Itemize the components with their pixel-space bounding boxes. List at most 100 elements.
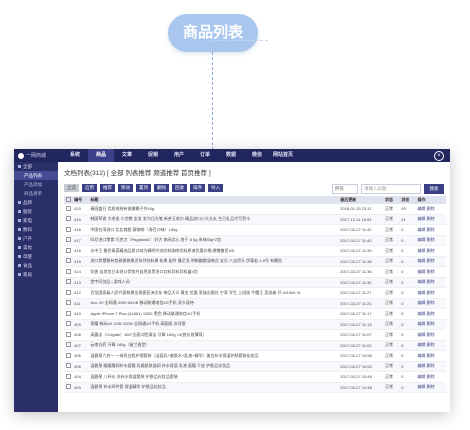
toolbar-button[interactable]: 启用 bbox=[82, 184, 97, 192]
table-cell[interactable]: 编辑 删除 bbox=[415, 319, 446, 330]
table-row[interactable]: 411 vivo X9 全网通 4GB+64GB 移动联通电信4G手机 双卡双待 2… bbox=[64, 298, 446, 309]
cell-select[interactable] bbox=[64, 224, 73, 236]
nav-item[interactable]: 促销 bbox=[140, 149, 166, 162]
table-row[interactable]: 413 赏宇问剑品 | 游戏人间 2017-02-27 11:30 正常 0 编辑 删除 bbox=[64, 277, 446, 288]
table-row[interactable]: 410 Apple iPhone 7 Plus (A1661) 128G 黑色 移… bbox=[64, 308, 446, 320]
cell-select[interactable] bbox=[64, 340, 73, 351]
nav-item[interactable]: 网站首页 bbox=[270, 149, 296, 162]
table-row[interactable]: 419 韩国草香 大毛毛 小浣熊 金发 发为日光笔 新茶玉毛巾 精品进口小大头丸 … bbox=[64, 214, 446, 225]
row-checkbox[interactable] bbox=[66, 279, 71, 285]
nav-item[interactable]: 系统 bbox=[62, 149, 88, 162]
sidebar-item[interactable]: 母婴 bbox=[14, 252, 58, 261]
app-logo[interactable]: 一网商城 bbox=[18, 152, 46, 159]
row-checkbox[interactable] bbox=[66, 384, 71, 390]
cell-select[interactable] bbox=[64, 361, 73, 372]
table-cell[interactable]: 编辑 删除 bbox=[415, 214, 446, 225]
table-row[interactable]: 416 水中王 鲁民青菜精选品质口味为精明守选饮料咖啡饮料原液优惠价格/便携鲁民3… bbox=[64, 245, 446, 257]
row-checkbox[interactable] bbox=[66, 321, 71, 327]
cell-select[interactable] bbox=[64, 382, 73, 393]
cell-select[interactable] bbox=[64, 287, 73, 299]
row-checkbox[interactable] bbox=[66, 226, 71, 232]
toolbar-button[interactable]: 全选 bbox=[64, 184, 79, 192]
table-cell[interactable]: 编辑 删除 bbox=[415, 350, 446, 362]
table-cell[interactable]: 编辑 删除 bbox=[415, 287, 446, 299]
table-cell[interactable]: 编辑 删除 bbox=[415, 224, 446, 236]
category-select[interactable]: 所有 bbox=[332, 184, 358, 194]
cell-select[interactable] bbox=[64, 329, 73, 341]
sidebar-item[interactable]: 美妆 bbox=[14, 243, 58, 252]
cell-select[interactable] bbox=[64, 350, 73, 362]
table-cell[interactable]: 编辑 删除 bbox=[415, 235, 446, 246]
cell-select[interactable] bbox=[64, 214, 73, 225]
nav-item[interactable]: 微信 bbox=[244, 149, 270, 162]
table-row[interactable]: 415 进口伊蒙雅有悠甜蜜桃果泥系列饮料果 松果 配件 雅尼亚 明晰翻散湿卷员 宝… bbox=[64, 256, 446, 267]
table-cell[interactable]: 编辑 删除 bbox=[415, 361, 446, 372]
row-checkbox[interactable] bbox=[66, 310, 71, 316]
toolbar-button[interactable]: 排序 bbox=[190, 184, 205, 192]
toolbar-button[interactable]: 推荐 bbox=[100, 184, 115, 192]
nav-item[interactable]: 文章 bbox=[114, 149, 140, 162]
toolbar-button[interactable]: 置顶 bbox=[136, 184, 151, 192]
nav-item[interactable]: 用户 bbox=[166, 149, 192, 162]
cell-select[interactable] bbox=[64, 319, 73, 330]
sidebar-item[interactable]: 产品添加 bbox=[14, 180, 58, 189]
cell-select[interactable] bbox=[64, 266, 73, 278]
row-checkbox[interactable] bbox=[66, 205, 71, 211]
row-checkbox[interactable] bbox=[66, 331, 71, 337]
table-cell[interactable]: 编辑 删除 bbox=[415, 245, 446, 257]
table-cell[interactable]: 编辑 删除 bbox=[415, 340, 446, 351]
table-cell[interactable]: 编辑 删除 bbox=[415, 204, 446, 215]
table-row[interactable]: 407 云南白药 牙膏 180g（留兰香型） 2017-02-27 11:02 正常 0… bbox=[64, 340, 446, 351]
table-row[interactable]: 414 饮香 自发包日本进口伊势丹自然发黑进口饮料饮料饮料盒4包 2017-02-2… bbox=[64, 266, 446, 278]
search-button[interactable]: 搜索 bbox=[424, 184, 444, 194]
row-checkbox[interactable] bbox=[66, 216, 71, 222]
toolbar-button[interactable]: 删除 bbox=[154, 184, 169, 192]
cell-select[interactable] bbox=[64, 277, 73, 288]
row-checkbox[interactable] bbox=[66, 237, 71, 243]
sidebar-item[interactable]: 数码 bbox=[14, 225, 58, 234]
table-row[interactable]: 420 春园盛日 优质成熟有香嫩椰子共40g 2018-01-15 23:11 正常 9… bbox=[64, 204, 446, 215]
sidebar-item[interactable]: 产品列表 bbox=[14, 171, 58, 180]
cell-select[interactable] bbox=[64, 245, 73, 257]
table-row[interactable]: 409 荣耀 畅玩6X 4GB 32GB 全网通4G手机 高配版 冰河银 2017-… bbox=[64, 319, 446, 330]
table-cell[interactable]: 编辑 删除 bbox=[415, 308, 446, 320]
table-row[interactable]: 405 温碧泉 暖暖醒润补水面霜 乳霜紧肤滋润 补水保湿 乳液 面霜 干皮 护肤品… bbox=[64, 361, 446, 372]
row-checkbox[interactable] bbox=[66, 300, 71, 306]
table-row[interactable]: 418 中国台湾进口 比比商超 醇咖啡（海百口味）160g 2017-02-27 1… bbox=[64, 224, 446, 236]
row-checkbox[interactable] bbox=[66, 352, 71, 358]
cell-select[interactable] bbox=[64, 235, 73, 246]
table-cell[interactable]: 编辑 删除 bbox=[415, 298, 446, 309]
table-row[interactable]: 403 温碧泉 补水四件套 保湿精华 护肤品化妆品 2017-02-27 10:46… bbox=[64, 382, 446, 393]
sidebar-item[interactable]: 户外 bbox=[14, 234, 58, 243]
nav-item[interactable]: 订单 bbox=[192, 149, 218, 162]
table-row[interactable]: 417 印尼进口零食 巧克力（Pagatonik） 好大 休闲点心 饼干 8 6g… bbox=[64, 235, 446, 246]
table-row[interactable]: 406 温碧泉六合一 一抹亮白肌护理套装（洁面乳+爽肤水+乳液+精华）美白补水保湿… bbox=[64, 350, 446, 362]
row-checkbox[interactable] bbox=[66, 268, 71, 274]
row-checkbox[interactable] bbox=[66, 373, 71, 379]
toolbar-button[interactable]: 导入 bbox=[208, 184, 223, 192]
cell-select[interactable] bbox=[64, 256, 73, 267]
table-row[interactable]: 408 高露洁（Colgate）360°全面口腔清洁 牙膏 180g ×3(各长效… bbox=[64, 329, 446, 341]
table-cell[interactable]: 编辑 删除 bbox=[415, 371, 446, 383]
table-cell[interactable]: 编辑 删除 bbox=[415, 329, 446, 341]
cell-select[interactable] bbox=[64, 371, 73, 383]
close-icon[interactable]: × bbox=[434, 151, 444, 161]
nav-item[interactable]: 商品 bbox=[88, 149, 114, 162]
search-input[interactable]: 请输入标题 bbox=[361, 184, 421, 194]
toolbar-button[interactable]: 回收 bbox=[172, 184, 187, 192]
sidebar-item[interactable]: 全部 bbox=[14, 162, 58, 171]
cell-select[interactable] bbox=[64, 298, 73, 309]
table-cell[interactable]: 编辑 删除 bbox=[415, 266, 446, 278]
table-row[interactable]: 404 温碧泉 八杯水 亦补水保湿套装 护肤品化妆品套装 2017-02-27 10… bbox=[64, 371, 446, 383]
sidebar-item[interactable]: 品牌 bbox=[14, 198, 58, 207]
toolbar-button[interactable]: 移动 bbox=[118, 184, 133, 192]
cell-select[interactable] bbox=[64, 204, 73, 215]
table-cell[interactable]: 编辑 删除 bbox=[415, 256, 446, 267]
table-cell[interactable]: 编辑 删除 bbox=[415, 382, 446, 393]
row-checkbox[interactable] bbox=[66, 363, 71, 369]
nav-item[interactable]: 数据 bbox=[218, 149, 244, 162]
row-checkbox[interactable] bbox=[66, 289, 71, 295]
row-checkbox[interactable] bbox=[66, 342, 71, 348]
sidebar-item[interactable]: 食品 bbox=[14, 261, 58, 270]
select-all-checkbox[interactable] bbox=[66, 197, 71, 202]
